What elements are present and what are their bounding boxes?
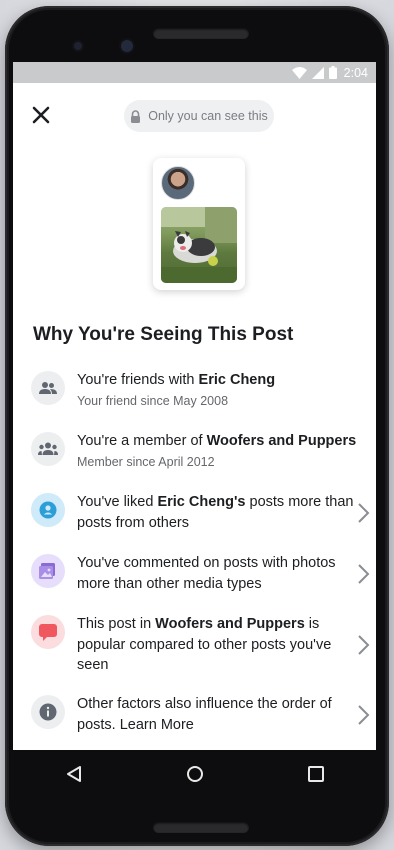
reason-bold: Eric Cheng's xyxy=(157,494,246,510)
reason-text: You're friends with xyxy=(77,372,199,388)
reason-text: Other factors also influence the order o… xyxy=(77,696,332,733)
reason-commented-photos[interactable]: You've commented on posts with photos mo… xyxy=(31,553,376,594)
reason-friends: You're friends with Eric Cheng Your frie… xyxy=(31,370,376,408)
battery-icon xyxy=(328,66,337,79)
bottom-speaker xyxy=(153,822,249,833)
reason-group-member: You're a member of Woofers and Puppers M… xyxy=(31,431,376,469)
info-icon xyxy=(31,695,65,729)
privacy-label: Only you can see this xyxy=(148,109,268,123)
android-nav-bar xyxy=(13,750,376,798)
reason-bold: Eric Cheng xyxy=(198,372,276,388)
reason-text: You've liked xyxy=(77,494,158,510)
reason-text: This post in xyxy=(77,616,156,632)
person-icon xyxy=(31,493,65,527)
privacy-pill: Only you can see this xyxy=(124,100,274,132)
chevron-right-icon xyxy=(358,564,370,584)
post-preview-card xyxy=(153,158,245,290)
friends-icon xyxy=(31,371,65,405)
chevron-right-icon xyxy=(358,705,370,725)
home-button[interactable] xyxy=(175,754,215,794)
reason-popular-post[interactable]: This post in Woofers and Puppers is popu… xyxy=(31,614,376,676)
reason-bold: Woofers and Puppers xyxy=(155,616,305,632)
back-button[interactable] xyxy=(54,754,94,794)
cell-signal-icon xyxy=(311,66,324,79)
recents-button[interactable] xyxy=(296,754,336,794)
photo-icon xyxy=(31,554,65,588)
reason-bold: Woofers and Puppers xyxy=(206,433,357,449)
chevron-right-icon xyxy=(358,635,370,655)
page-title: Why You're Seeing This Post xyxy=(33,324,294,345)
post-author-avatar xyxy=(161,166,195,200)
reason-text: You've commented on posts with photos mo… xyxy=(77,555,336,592)
reason-subtext: Your friend since May 2008 xyxy=(77,393,229,408)
top-speaker xyxy=(153,28,249,39)
recents-square-icon xyxy=(307,766,324,782)
chevron-right-icon xyxy=(358,503,370,523)
lock-icon xyxy=(131,109,141,123)
group-icon xyxy=(31,432,65,466)
back-triangle-icon xyxy=(66,766,81,782)
proximity-sensor xyxy=(74,42,82,50)
close-icon xyxy=(32,106,50,124)
comment-icon xyxy=(31,615,65,649)
reason-subtext: Member since April 2012 xyxy=(77,454,215,469)
status-time: 2:04 xyxy=(343,65,368,80)
front-camera xyxy=(121,40,133,52)
screen: 2:04 Only you can see this Why You're Se… xyxy=(13,62,376,750)
reason-text: You're a member of xyxy=(77,433,207,449)
top-bar: Only you can see this xyxy=(13,83,376,135)
home-circle-icon xyxy=(186,766,203,782)
wifi-icon xyxy=(291,66,307,79)
close-button[interactable] xyxy=(29,103,53,127)
reason-other-factors[interactable]: Other factors also influence the order o… xyxy=(31,694,376,735)
post-photo xyxy=(161,207,237,283)
status-bar: 2:04 xyxy=(13,62,376,83)
reason-liked-posts[interactable]: You've liked Eric Cheng's posts more tha… xyxy=(31,492,376,533)
dog-photo-image xyxy=(161,207,237,283)
